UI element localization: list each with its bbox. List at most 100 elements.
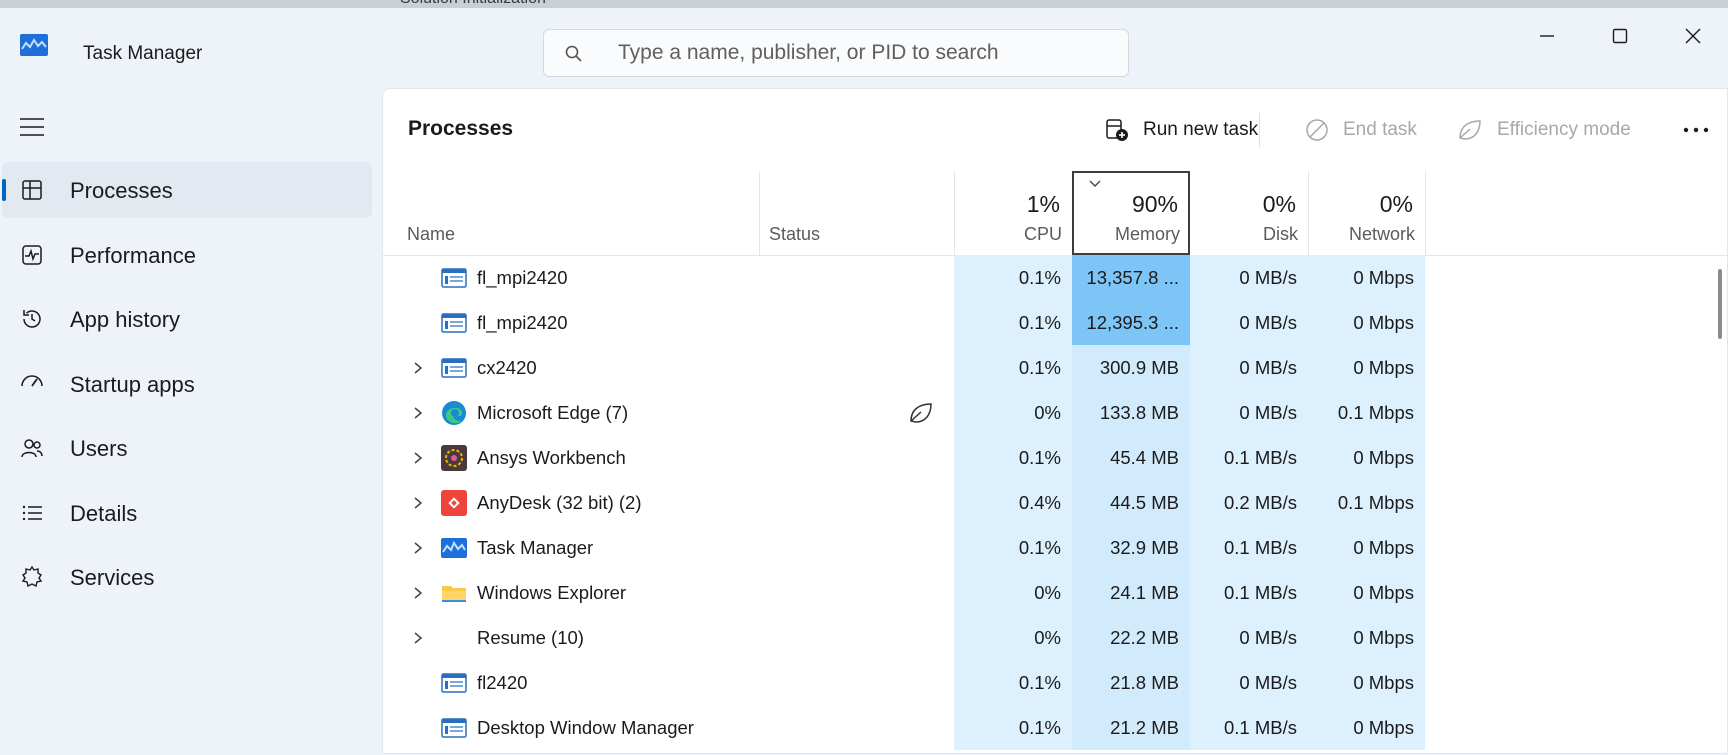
expand-chevron-icon[interactable] bbox=[413, 451, 423, 465]
users-icon bbox=[21, 439, 43, 458]
sidebar-item-processes[interactable]: Processes bbox=[0, 160, 374, 218]
disk-cell: 0.2 MB/s bbox=[1190, 480, 1308, 525]
app-title: Task Manager bbox=[83, 43, 203, 64]
table-row[interactable]: Task Manager 0.1% 32.9 MB 0.1 MB/s 0 Mbps bbox=[383, 525, 1703, 570]
sidebar-item-label: Performance bbox=[70, 242, 196, 268]
sidebar-item-app-history[interactable]: App history bbox=[0, 289, 374, 347]
network-cell: 0 Mbps bbox=[1308, 255, 1425, 300]
network-cell: 0 Mbps bbox=[1308, 525, 1425, 570]
process-name: cx2420 bbox=[477, 357, 537, 378]
column-divider bbox=[954, 171, 955, 255]
expand-chevron-icon[interactable] bbox=[413, 496, 423, 510]
ansys-icon bbox=[441, 445, 467, 471]
sidebar-item-startup-apps[interactable]: Startup apps bbox=[0, 354, 374, 412]
memory-cell: 44.5 MB bbox=[1072, 480, 1190, 525]
process-name: fl_mpi2420 bbox=[477, 267, 568, 288]
vertical-scrollbar[interactable] bbox=[1713, 255, 1727, 755]
disk-cell: 0 MB/s bbox=[1190, 615, 1308, 660]
generic-app-icon bbox=[441, 265, 467, 291]
table-row[interactable]: Desktop Window Manager 0.1% 21.2 MB 0.1 MB/… bbox=[383, 705, 1703, 750]
search-input[interactable] bbox=[618, 40, 1098, 66]
task-manager-logo-icon bbox=[20, 34, 48, 56]
sidebar-item-label: Users bbox=[70, 436, 128, 461]
search-box[interactable] bbox=[543, 29, 1129, 77]
details-icon bbox=[22, 505, 42, 520]
column-header-disk[interactable]: 0% Disk bbox=[1190, 171, 1308, 255]
cpu-cell: 0.1% bbox=[954, 660, 1072, 705]
folder-icon bbox=[441, 580, 467, 606]
table-row[interactable]: Ansys Workbench 0.1% 45.4 MB 0.1 MB/s 0 Mbps bbox=[383, 435, 1703, 480]
process-name: fl_mpi2420 bbox=[477, 312, 568, 333]
disk-total: 0% bbox=[1262, 191, 1296, 217]
disk-cell: 0 MB/s bbox=[1190, 660, 1308, 705]
table-row[interactable]: Resume (10) 0% 22.2 MB 0 MB/s 0 Mbps bbox=[383, 615, 1703, 660]
table-row[interactable]: cx2420 0.1% 300.9 MB 0 MB/s 0 Mbps bbox=[383, 345, 1703, 390]
processes-panel: Processes Run new task End task Efficien… bbox=[382, 88, 1728, 754]
efficiency-mode-button[interactable]: Efficiency mode bbox=[1457, 115, 1631, 145]
network-cell: 0.1 Mbps bbox=[1308, 480, 1425, 525]
table-row[interactable]: fl2420 0.1% 21.8 MB 0 MB/s 0 Mbps bbox=[383, 660, 1703, 705]
sidebar-item-label: Details bbox=[70, 500, 138, 526]
table-row[interactable]: fl_mpi2420 0.1% 13,357.8 ... 0 MB/s 0 Mbps bbox=[383, 255, 1703, 300]
sidebar-item-performance[interactable]: Performance bbox=[0, 225, 374, 283]
more-options-button[interactable] bbox=[1683, 115, 1723, 145]
cpu-cell: 0.1% bbox=[954, 300, 1072, 345]
anydesk-icon bbox=[441, 490, 467, 516]
toolbar-divider bbox=[1259, 113, 1260, 147]
table-row[interactable]: AnyDesk (32 bit) (2) 0.4% 44.5 MB 0.2 MB/s 0… bbox=[383, 480, 1703, 525]
maximize-button[interactable] bbox=[1585, 16, 1655, 56]
expand-chevron-icon[interactable] bbox=[413, 361, 423, 375]
cpu-cell: 0.1% bbox=[954, 705, 1072, 750]
efficiency-mode-label: Efficiency mode bbox=[1497, 119, 1631, 140]
expand-chevron-icon[interactable] bbox=[413, 586, 423, 600]
hamburger-menu-icon[interactable] bbox=[18, 116, 46, 138]
sidebar-item-details[interactable]: Details bbox=[0, 483, 374, 541]
background-window-strip: Solution Initialization bbox=[0, 0, 1728, 8]
network-cell: 0 Mbps bbox=[1308, 345, 1425, 390]
memory-cell: 300.9 MB bbox=[1072, 345, 1190, 390]
sort-descending-icon bbox=[1089, 180, 1101, 187]
sidebar-item-users[interactable]: Users bbox=[0, 418, 374, 476]
table-row[interactable]: Windows Explorer 0% 24.1 MB 0.1 MB/s 0 Mbps bbox=[383, 570, 1703, 615]
run-new-task-button[interactable]: Run new task bbox=[1105, 115, 1258, 145]
cpu-total: 1% bbox=[1026, 191, 1060, 217]
disk-cell: 0.1 MB/s bbox=[1190, 525, 1308, 570]
memory-cell: 12,395.3 ... bbox=[1072, 300, 1190, 345]
disk-cell: 0 MB/s bbox=[1190, 255, 1308, 300]
memory-cell: 22.2 MB bbox=[1072, 615, 1190, 660]
column-header-cpu[interactable]: 1% CPU bbox=[954, 171, 1072, 255]
efficiency-leaf-icon bbox=[908, 401, 934, 425]
search-icon bbox=[565, 45, 582, 62]
process-table-body: fl_mpi2420 0.1% 13,357.8 ... 0 MB/s 0 Mbps fl… bbox=[383, 255, 1703, 750]
scrollbar-thumb[interactable] bbox=[1718, 269, 1722, 339]
column-header-name[interactable]: Name bbox=[383, 171, 759, 255]
leaf-icon bbox=[1459, 120, 1481, 140]
disk-cell: 0.1 MB/s bbox=[1190, 705, 1308, 750]
minimize-button[interactable] bbox=[1512, 16, 1582, 56]
process-name: Windows Explorer bbox=[477, 582, 627, 603]
disk-cell: 0 MB/s bbox=[1190, 390, 1308, 435]
expand-chevron-icon[interactable] bbox=[413, 406, 423, 420]
process-name: Microsoft Edge (7) bbox=[477, 402, 629, 423]
column-header-memory[interactable]: 90% Memory bbox=[1072, 171, 1190, 255]
expand-chevron-icon[interactable] bbox=[413, 541, 423, 555]
process-name: Task Manager bbox=[477, 537, 594, 558]
process-name: Ansys Workbench bbox=[477, 447, 626, 468]
table-row[interactable]: fl_mpi2420 0.1% 12,395.3 ... 0 MB/s 0 Mbps bbox=[383, 300, 1703, 345]
cpu-cell: 0.1% bbox=[954, 255, 1072, 300]
task-manager-icon bbox=[441, 535, 467, 561]
sidebar-item-label: Services bbox=[70, 565, 155, 590]
cpu-cell: 0.1% bbox=[954, 525, 1072, 570]
disk-cell: 0 MB/s bbox=[1190, 300, 1308, 345]
column-header-status[interactable]: Status bbox=[759, 171, 954, 255]
column-header-network[interactable]: 0% Network bbox=[1308, 171, 1425, 255]
table-header: Name Status 1% CPU 90% Memory 0% Disk 0%… bbox=[383, 171, 1728, 256]
sidebar-item-services[interactable]: Services bbox=[0, 547, 374, 605]
network-cell: 0 Mbps bbox=[1308, 615, 1425, 660]
end-task-button[interactable]: End task bbox=[1305, 115, 1417, 145]
table-row[interactable]: Microsoft Edge (7) 0% 133.8 MB 0 MB/s 0.1 Mb… bbox=[383, 390, 1703, 435]
expand-chevron-icon[interactable] bbox=[413, 631, 423, 645]
generic-app-icon bbox=[441, 715, 467, 741]
close-button[interactable] bbox=[1658, 16, 1728, 56]
network-total: 0% bbox=[1379, 191, 1413, 217]
